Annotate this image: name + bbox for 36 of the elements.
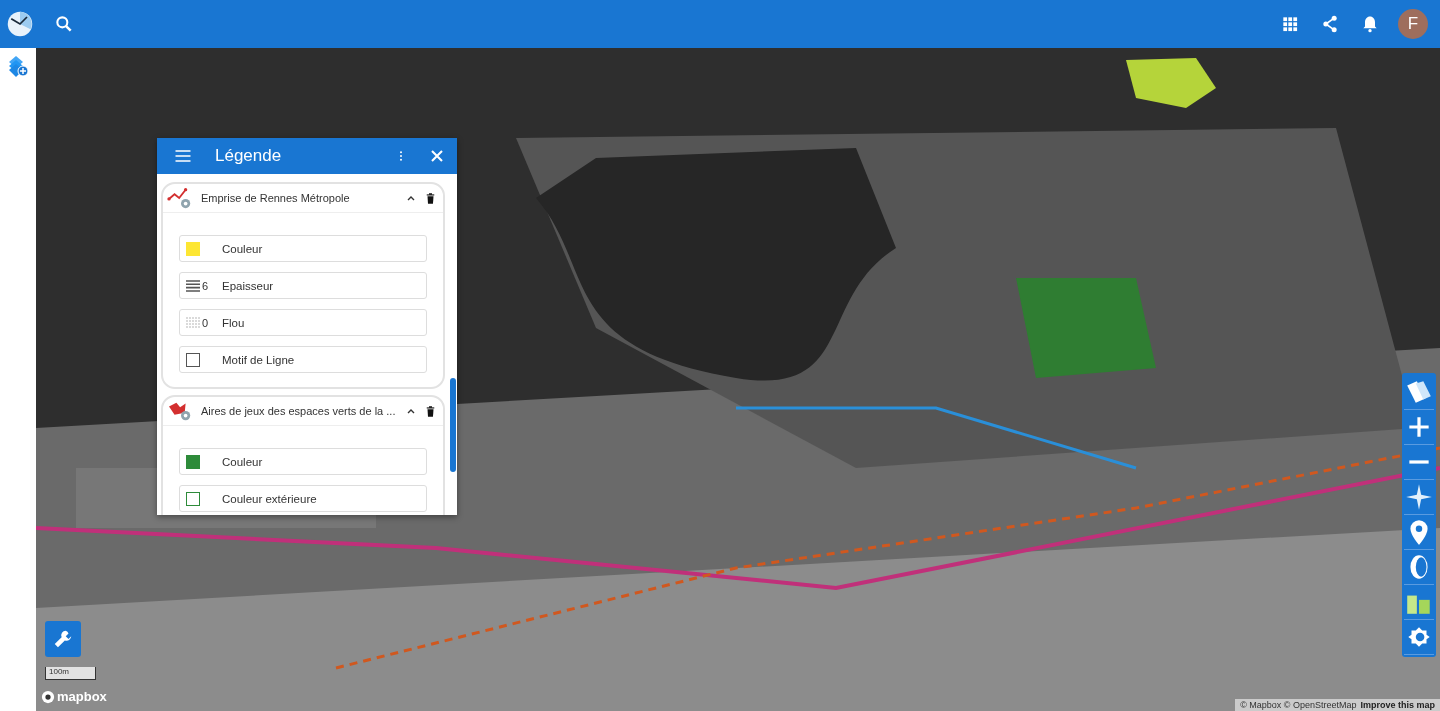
apps-grid-icon[interactable]: [1280, 14, 1300, 34]
layer-title: Emprise de Rennes Métropole: [201, 192, 351, 204]
scale-bar: 100m: [45, 667, 96, 680]
user-avatar[interactable]: F: [1398, 9, 1428, 39]
delete-icon[interactable]: [426, 192, 435, 204]
style-row[interactable]: Couleur: [179, 448, 427, 475]
style-row[interactable]: Couleur: [179, 235, 427, 262]
style-label: Motif de Ligne: [222, 353, 295, 366]
style-label: Couleur: [222, 455, 263, 468]
legend-title: Légende: [215, 146, 283, 166]
scrollbar-thumb[interactable]: [450, 378, 456, 472]
wrench-icon: [52, 628, 74, 650]
mapbox-logo-icon: [41, 689, 55, 704]
line-width-icon: [186, 279, 200, 292]
search-icon[interactable]: [54, 14, 74, 34]
style-label: Couleur: [222, 242, 263, 255]
width-value: 6: [202, 279, 209, 292]
attribution-text: © Mapbox © OpenStreetMap: [1240, 700, 1357, 710]
style-row[interactable]: 6 Epaisseur: [179, 272, 427, 299]
tools-button[interactable]: [45, 621, 81, 657]
blur-dots-icon: [186, 316, 200, 329]
layer-title: Aires de jeux des espaces verts de la ...: [201, 405, 397, 417]
style-label: Epaisseur: [222, 279, 274, 292]
pattern-swatch: [186, 352, 200, 367]
style-label: Flou: [222, 316, 245, 329]
style-row[interactable]: Couleur extérieure: [179, 485, 427, 512]
mapbox-logo-text: mapbox: [57, 689, 107, 704]
share-icon[interactable]: [1320, 14, 1340, 34]
style-row[interactable]: Motif de Ligne: [179, 346, 427, 373]
clock-logo-icon[interactable]: [6, 10, 34, 38]
style-row[interactable]: 0 Flou: [179, 309, 427, 336]
delete-icon[interactable]: [426, 405, 435, 417]
style-label: Couleur extérieure: [222, 492, 317, 505]
more-vertical-icon[interactable]: [399, 150, 403, 162]
blur-value: 0: [202, 316, 209, 329]
improve-map-link[interactable]: Improve this map: [1360, 700, 1435, 710]
